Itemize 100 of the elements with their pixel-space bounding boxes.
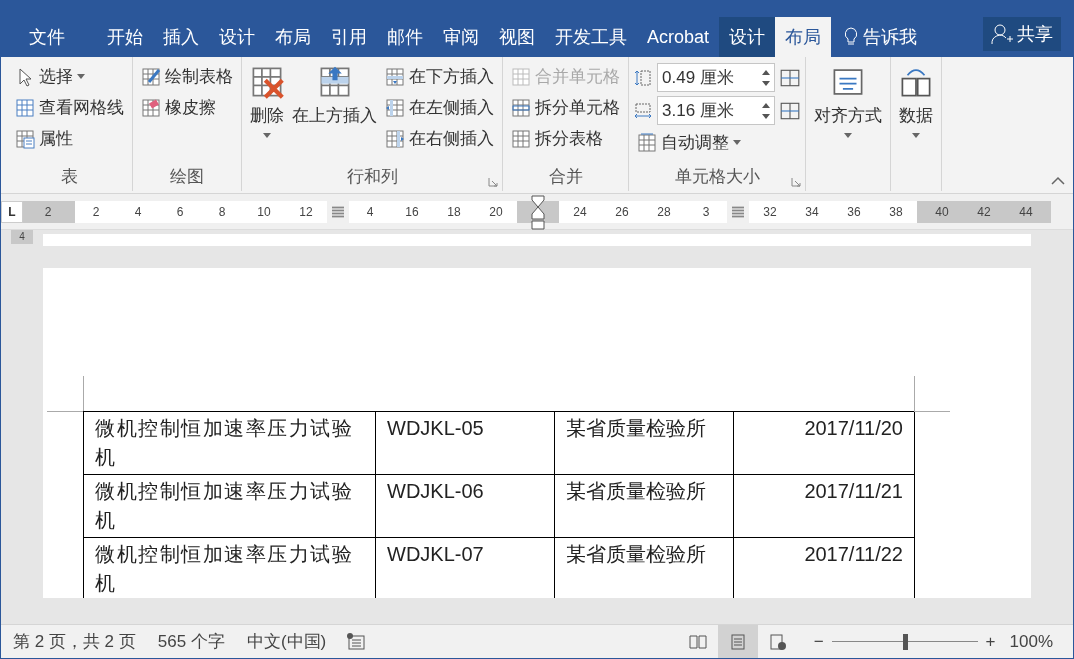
- table-cell: 2017/11/22: [734, 538, 915, 598]
- lightbulb-icon: [843, 27, 860, 47]
- caret-icon: [77, 74, 85, 79]
- word-count[interactable]: 565 个字: [157, 628, 225, 655]
- ruler-number: 38: [888, 203, 904, 221]
- ribbon-button[interactable]: 自动调整: [633, 127, 801, 158]
- group-label: 表: [61, 166, 78, 189]
- size-spin-field[interactable]: 0.49 厘米: [657, 63, 775, 92]
- table-cell: 2017/11/21: [734, 475, 915, 538]
- table-cell: WDJKL-06: [376, 475, 555, 538]
- dialog-launcher-icon[interactable]: [791, 177, 801, 187]
- grid-icon: [15, 97, 35, 118]
- person-add-icon: [991, 23, 1013, 45]
- ruler-number: 44: [1018, 203, 1034, 221]
- ruler-number: 34: [804, 203, 820, 221]
- zoom-level[interactable]: 100%: [1009, 628, 1053, 655]
- group-label: 绘图: [170, 166, 204, 189]
- language-status[interactable]: 中文(中国): [246, 628, 327, 655]
- ribbon-tab[interactable]: 设计: [209, 17, 265, 57]
- ribbon-large-button[interactable]: 在上方插入: [288, 61, 381, 129]
- ruler-number: 3: [701, 203, 711, 221]
- ruler-number: 16: [404, 203, 420, 221]
- table-cell: 微机控制恒加速率压力试验机: [84, 538, 376, 598]
- ruler-number: 2: [91, 203, 101, 221]
- ribbon-button[interactable]: 橡皮擦: [137, 92, 237, 123]
- caret-icon: [733, 140, 741, 145]
- ribbon-tab[interactable]: 邮件: [377, 17, 433, 57]
- row-height-icon: [633, 67, 653, 88]
- share-button[interactable]: 共享: [983, 17, 1061, 51]
- page-count[interactable]: 第 2 页，共 2 页: [13, 628, 136, 655]
- table-x-icon: [250, 65, 284, 99]
- table-cell: 某省质量检验所: [555, 412, 734, 475]
- ruler-number: 4: [365, 203, 375, 221]
- spin-arrows-icon[interactable]: [762, 101, 770, 120]
- ruler-number: 2: [43, 203, 53, 221]
- ruler-number: 28: [656, 203, 672, 221]
- column-width-icon: [633, 100, 653, 121]
- table-cell: 某省质量检验所: [555, 538, 734, 598]
- ribbon-tab[interactable]: 插入: [153, 17, 209, 57]
- size-spin-field[interactable]: 3.16 厘米: [657, 96, 775, 125]
- group-label: 单元格大小: [674, 166, 760, 189]
- ribbon-button[interactable]: 在右侧插入: [381, 123, 498, 154]
- group-label: 行和列: [346, 166, 398, 189]
- ribbon-tab[interactable]: 视图: [489, 17, 545, 57]
- ribbon-tab[interactable]: 引用: [321, 17, 377, 57]
- ribbon-tab[interactable]: 布局: [265, 17, 321, 57]
- table-cell: 2017/11/20: [734, 412, 915, 475]
- tab-stop-selector[interactable]: L: [1, 200, 23, 223]
- ribbon-button[interactable]: 在下方插入: [381, 61, 498, 92]
- ruler-number: 10: [256, 203, 272, 221]
- caret-icon: [263, 132, 271, 138]
- dialog-launcher-icon[interactable]: [488, 177, 498, 187]
- ribbon-large-button[interactable]: 数据: [895, 61, 937, 138]
- ruler-number: 18: [446, 203, 462, 221]
- size-value: 3.16 厘米: [662, 99, 734, 122]
- ribbon-tab[interactable]: 设计: [719, 17, 776, 57]
- split-cells-icon: [511, 97, 531, 118]
- table-cell: 某省质量检验所: [555, 475, 734, 538]
- ribbon-tab[interactable]: Acrobat: [637, 17, 720, 57]
- ruler-number: 32: [762, 203, 778, 221]
- table-cell: 微机控制恒加速率压力试验机: [84, 475, 376, 538]
- ribbon-button[interactable]: 选择: [11, 61, 128, 92]
- ribbon-button[interactable]: 绘制表格: [137, 61, 237, 92]
- ribbon-button[interactable]: 拆分单元格: [507, 92, 624, 123]
- caret-icon: [912, 132, 920, 138]
- ribbon-button[interactable]: 拆分表格: [507, 123, 624, 154]
- ribbon-tab[interactable]: 文件: [11, 17, 83, 57]
- ribbon-tab[interactable]: 开发工具: [545, 17, 637, 57]
- ruler-number: 20: [488, 203, 504, 221]
- ribbon-button[interactable]: 在左侧插入: [381, 92, 498, 123]
- zoom-in-button[interactable]: +: [981, 628, 1000, 655]
- table-cell: WDJKL-05: [376, 412, 555, 475]
- ruler-number: 36: [846, 203, 862, 221]
- ruler-number: 42: [976, 203, 992, 221]
- view-button[interactable]: [717, 624, 758, 658]
- table-cell: 微机控制恒加速率压力试验机: [84, 412, 376, 475]
- caret-icon: [844, 132, 852, 138]
- ruler-number: 12: [298, 203, 314, 221]
- ribbon-tab[interactable]: 布局: [775, 17, 832, 57]
- ribbon-button[interactable]: 查看网格线: [11, 92, 128, 123]
- spin-arrows-icon[interactable]: [762, 68, 770, 87]
- ribbon-large-button[interactable]: 对齐方式: [810, 61, 886, 138]
- autofit-icon: [637, 132, 657, 153]
- table-pencil-icon: [141, 66, 161, 87]
- macro-record-icon[interactable]: [346, 631, 367, 652]
- indent-marker-icon[interactable]: [531, 194, 545, 231]
- ribbon-tab[interactable]: 开始: [97, 17, 153, 57]
- ruler-number: 40: [934, 203, 950, 221]
- table-icon: [511, 66, 531, 87]
- collapse-ribbon-icon[interactable]: [1051, 176, 1065, 185]
- ruler-number: 4: [133, 203, 143, 221]
- ribbon-large-button[interactable]: 删除: [246, 61, 288, 138]
- zoom-out-button[interactable]: −: [809, 628, 828, 655]
- ribbon-tab[interactable]: 审阅: [433, 17, 489, 57]
- zoom-slider-thumb[interactable]: [902, 633, 908, 650]
- table-eraser-icon: [141, 97, 161, 118]
- table-list-icon: [15, 128, 35, 149]
- ribbon-button[interactable]: 属性: [11, 123, 128, 154]
- tell-me-button[interactable]: 告诉我: [831, 17, 930, 57]
- ruler-number: 8: [217, 203, 227, 221]
